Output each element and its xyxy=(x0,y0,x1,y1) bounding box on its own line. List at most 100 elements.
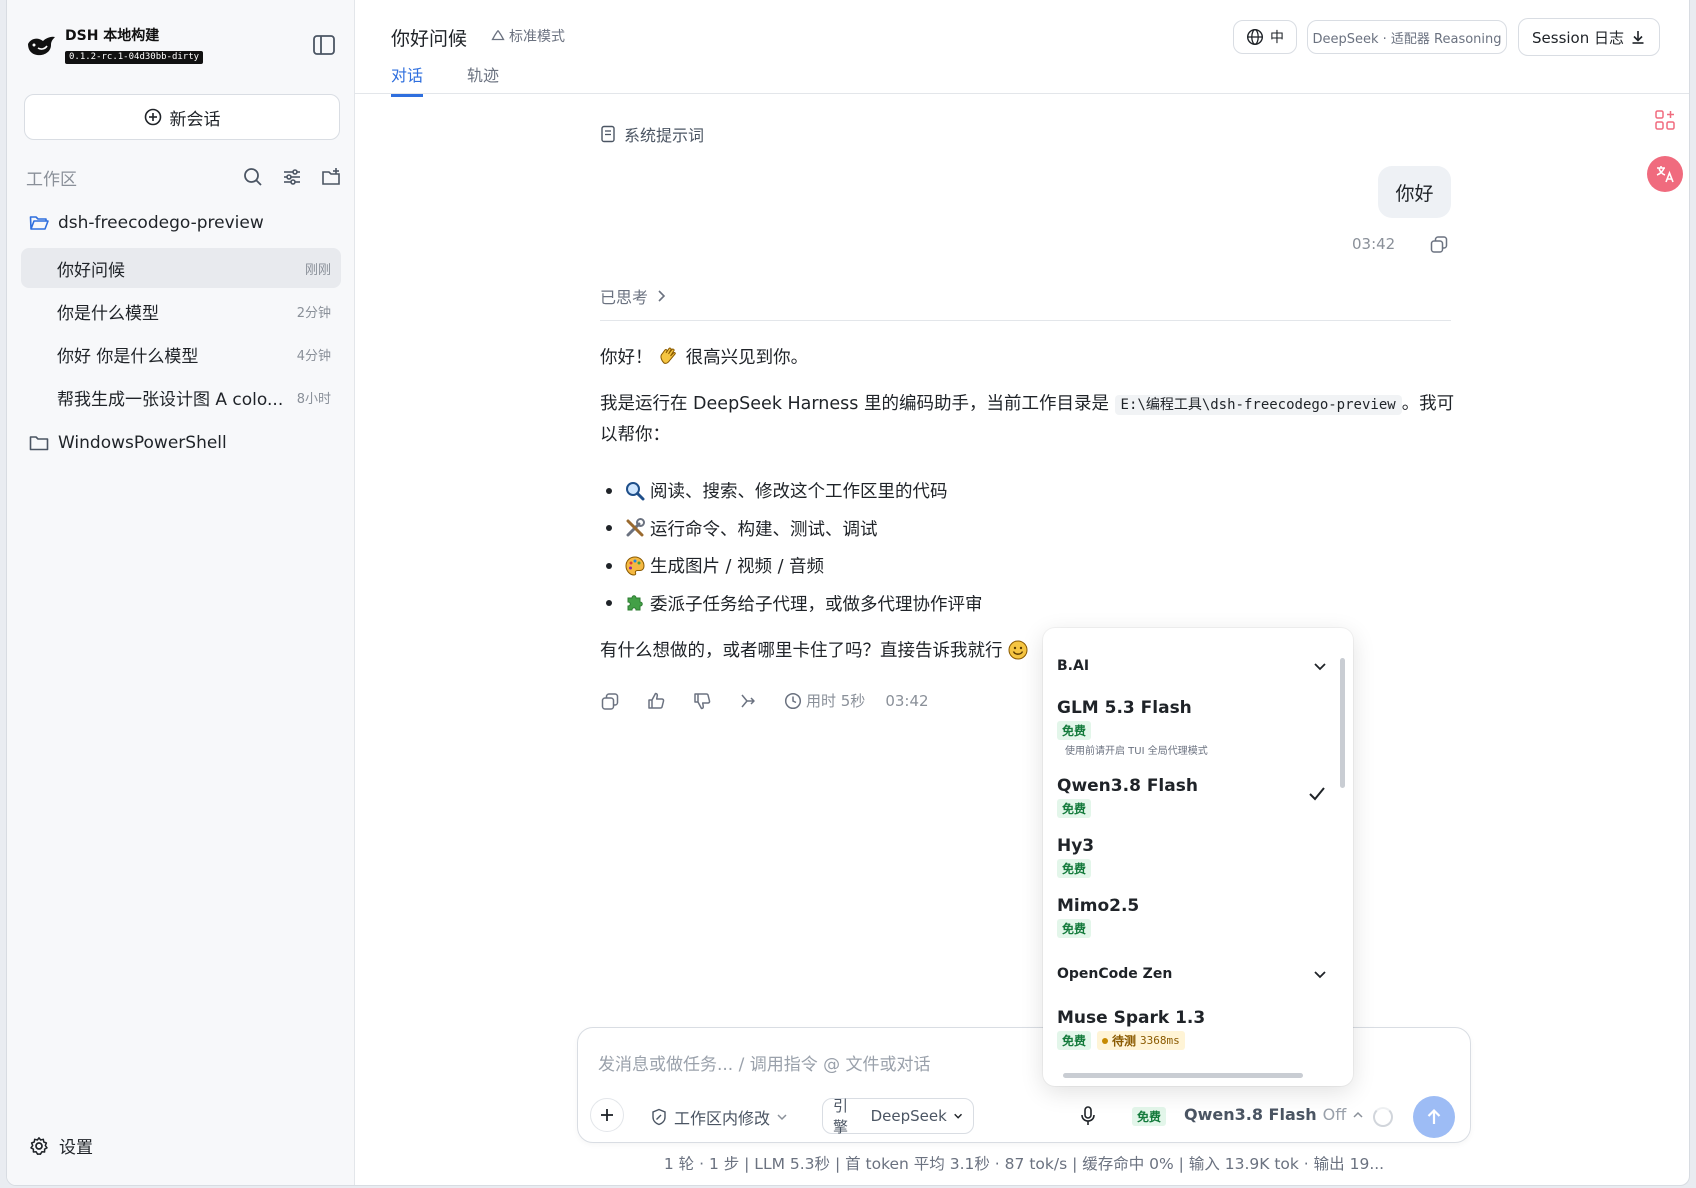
free-badge: 免费 xyxy=(1057,919,1092,938)
copy-icon[interactable] xyxy=(1429,234,1449,254)
model-select[interactable]: Qwen3.8 Flash Off xyxy=(1184,1105,1364,1124)
model-option-name: Muse Spark 1.3 xyxy=(1057,1008,1206,1028)
chat-item[interactable]: 你是什么模型 2分钟 xyxy=(21,291,341,331)
app-window: DSH 本地构建 0.1.2-rc.1-04d30bb-dirty 新会话 工作… xyxy=(6,0,1690,1186)
new-chat-label: 新会话 xyxy=(169,109,221,130)
tab-conversation[interactable]: 对话 xyxy=(391,62,424,97)
chat-item[interactable]: 帮我生成一张设计图 A colo... 8小时 xyxy=(21,377,341,417)
chat-label: 你好 你是什么模型 xyxy=(57,346,199,367)
thumbs-down-icon[interactable] xyxy=(692,691,712,711)
chevron-down-icon xyxy=(953,1113,962,1119)
system-prompt-toggle[interactable]: 系统提示词 xyxy=(600,122,704,146)
chat-item[interactable]: 你好 你是什么模型 4分钟 xyxy=(21,334,341,374)
capability-list: 阅读、搜索、修改这个工作区里的代码 运行命令、构建、测试、调试 生成图片 / 视… xyxy=(600,472,1200,622)
model-option-hy3[interactable]: Hy3 免费 xyxy=(1057,836,1327,878)
free-badge: 免费 xyxy=(1132,1107,1167,1126)
translate-button[interactable] xyxy=(1647,156,1683,192)
reply-intro: 我是运行在 DeepSeek Harness 里的编码助手，当前工作目录是 E:… xyxy=(600,389,1460,450)
test-latency: 3368ms xyxy=(1140,1034,1180,1047)
model-adapter-label: DeepSeek · 适配器 Reasoning xyxy=(1312,31,1502,47)
message-input[interactable]: 发消息或做任务... / 调用指令 @ 文件或对话 xyxy=(598,1050,931,1075)
gear-icon xyxy=(30,1136,48,1155)
page-title: 你好问候 xyxy=(391,28,468,50)
microphone-icon[interactable] xyxy=(1078,1105,1098,1127)
engine-select[interactable]: 引擎 DeepSeek xyxy=(822,1097,974,1136)
sidebar-toggle-icon[interactable] xyxy=(312,34,336,56)
mode-label: 标准模式 xyxy=(509,29,565,45)
magnifier-icon xyxy=(626,481,645,501)
session-log-button[interactable]: Session 日志 xyxy=(1518,18,1660,56)
apps-grid-button[interactable] xyxy=(1647,102,1683,138)
brand-version: 0.1.2-rc.1-04d30bb-dirty xyxy=(65,51,204,64)
folder-windowspowershell[interactable]: WindowsPowerShell xyxy=(29,433,227,453)
model-option-muse-spark-1-3[interactable]: Muse Spark 1.3 免费 待测 3368ms xyxy=(1057,1008,1327,1050)
folder-name: dsh-freecodego-preview xyxy=(58,213,264,233)
free-badge: 免费 xyxy=(1057,721,1092,740)
clock-icon xyxy=(784,692,802,709)
tab-trace[interactable]: 轨迹 xyxy=(467,62,499,97)
send-button[interactable] xyxy=(1413,1096,1455,1138)
shield-edit-icon xyxy=(652,1108,666,1126)
model-option-note: 使用前请开启 TUI 全局代理模式 xyxy=(1065,746,1208,757)
model-label: Qwen3.8 Flash xyxy=(1184,1105,1317,1124)
reply-outro-text: 有什么想做的，或者哪里卡住了吗？直接告诉我就行 xyxy=(600,641,1003,661)
language-toggle[interactable]: 中 xyxy=(1233,20,1297,54)
filter-icon[interactable] xyxy=(281,166,303,188)
chat-time: 8小时 xyxy=(296,391,331,407)
model-option-qwen3-8-flash[interactable]: Qwen3.8 Flash 免费 xyxy=(1057,776,1327,818)
free-badge: 免费 xyxy=(1057,859,1092,878)
list-item-text: 阅读、搜索、修改这个工作区里的代码 xyxy=(650,482,948,503)
chat-time: 2分钟 xyxy=(296,305,331,321)
smiley-icon xyxy=(1008,640,1028,660)
main-panel: 你好问候 标准模式 对话 轨迹 中 DeepSeek · 适配器 Reasoni… xyxy=(355,0,1689,1185)
thought-divider xyxy=(600,320,1451,321)
thinking-state: Off xyxy=(1322,1105,1347,1124)
apps-grid-icon xyxy=(1655,110,1675,130)
provider-name: OpenCode Zen xyxy=(1057,966,1173,982)
copy-icon[interactable] xyxy=(600,691,620,711)
reply-time: 03:42 xyxy=(885,691,929,710)
model-option-glm-5-3-flash[interactable]: GLM 5.3 Flash 免费 使用前请开启 TUI 全局代理模式 xyxy=(1057,698,1327,757)
mode-indicator[interactable]: 标准模式 xyxy=(491,26,565,46)
list-item-text: 委派子任务给子代理，或做多代理协作评审 xyxy=(650,594,983,615)
reply-greeting-text: 你好！ xyxy=(600,348,653,368)
list-item: 阅读、搜索、修改这个工作区里的代码 xyxy=(600,472,1200,510)
model-dropdown: B.AI GLM 5.3 Flash 免费 使用前请开启 TUI 全局代理模式 … xyxy=(1043,628,1353,1086)
dropdown-horizontal-scrollbar[interactable] xyxy=(1063,1073,1303,1078)
model-option-name: Qwen3.8 Flash xyxy=(1057,776,1198,796)
test-status: 待测 xyxy=(1112,1034,1137,1048)
checkmark-icon xyxy=(1309,787,1325,801)
brand: DSH 本地构建 0.1.2-rc.1-04d30bb-dirty xyxy=(25,28,204,64)
user-message-time: 03:42 xyxy=(1352,235,1396,253)
thumbs-up-icon[interactable] xyxy=(646,691,666,711)
engine-label: 引擎 xyxy=(833,1097,849,1136)
model-option-mimo2-5[interactable]: Mimo2.5 免费 xyxy=(1057,896,1327,938)
arrow-up-icon xyxy=(1427,1108,1441,1124)
folder-dsh-freecodego-preview[interactable]: dsh-freecodego-preview xyxy=(29,213,264,233)
new-chat-button[interactable]: 新会话 xyxy=(24,94,340,140)
loading-spinner-icon xyxy=(1373,1107,1393,1127)
edit-mode-select[interactable]: 工作区内修改 xyxy=(650,1105,788,1129)
elapsed-label: 用时 5秒 xyxy=(806,692,866,710)
model-adapter-pill[interactable]: DeepSeek · 适配器 Reasoning xyxy=(1307,20,1507,54)
chat-item-active[interactable]: 你好问候 刚刚 xyxy=(21,248,341,288)
translate-icon xyxy=(1656,166,1674,183)
thought-toggle[interactable]: 已思考 xyxy=(600,284,666,308)
provider-group-opencode-zen[interactable]: OpenCode Zen xyxy=(1057,966,1327,982)
provider-group-b-ai[interactable]: B.AI xyxy=(1057,658,1327,674)
list-item: 委派子任务给子代理，或做多代理协作评审 xyxy=(600,585,1200,623)
attach-button[interactable] xyxy=(590,1098,624,1132)
branch-icon[interactable] xyxy=(738,691,758,711)
palette-icon xyxy=(625,556,645,576)
new-folder-icon[interactable] xyxy=(320,166,342,188)
list-item: 运行命令、构建、测试、调试 xyxy=(600,510,1200,548)
search-icon[interactable] xyxy=(242,166,264,188)
settings-button[interactable]: 设置 xyxy=(29,1133,93,1158)
test-status-badge: 待测 3368ms xyxy=(1097,1031,1185,1050)
workspace-title: 工作区 xyxy=(26,169,77,190)
list-item-text: 生成图片 / 视频 / 音频 xyxy=(650,557,825,578)
reply-greeting: 你好！ 很高兴见到你。 xyxy=(600,343,1460,373)
dropdown-vertical-scrollbar[interactable] xyxy=(1340,658,1345,788)
list-item-text: 运行命令、构建、测试、调试 xyxy=(650,519,878,540)
reply-intro-a: 我是运行在 DeepSeek Harness 里的编码助手，当前工作目录是 xyxy=(600,394,1109,414)
